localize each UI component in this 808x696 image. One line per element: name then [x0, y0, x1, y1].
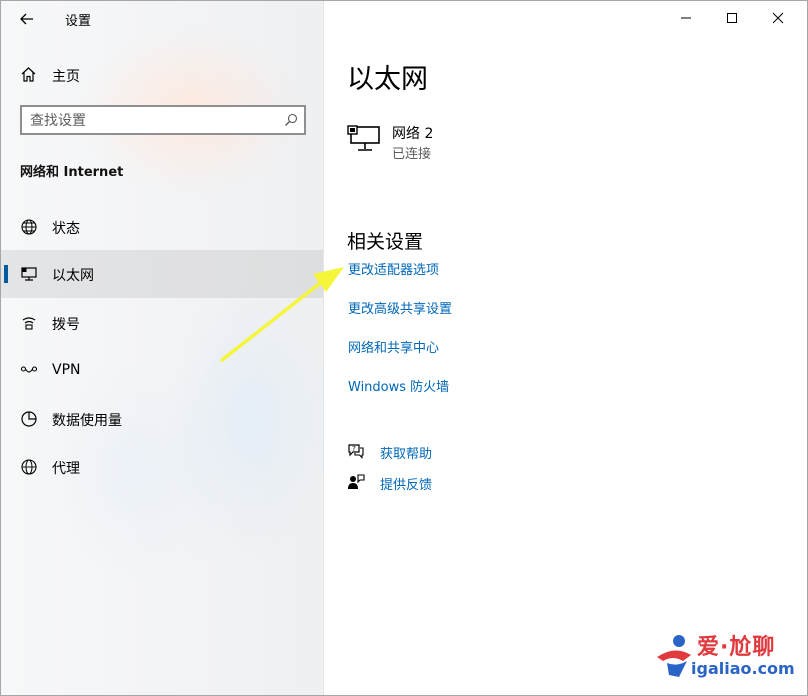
watermark-text: 爱·尬聊: [697, 635, 776, 660]
link-give-feedback[interactable]: 提供反馈: [380, 474, 432, 493]
link-advanced-sharing[interactable]: 更改高级共享设置: [348, 298, 452, 317]
search-icon[interactable]: [284, 113, 298, 127]
vpn-icon: [20, 366, 38, 373]
globe-proxy-icon: [21, 459, 37, 475]
active-indicator: [4, 265, 8, 283]
svg-text:?: ?: [352, 445, 356, 453]
sidebar-item-label: 拨号: [52, 317, 80, 333]
network-name[interactable]: 网络 2: [392, 123, 433, 143]
sidebar-item-label: 数据使用量: [52, 413, 122, 429]
sidebar-item-label: 状态: [52, 221, 80, 237]
sidebar-item-data-usage[interactable]: 数据使用量: [1, 395, 323, 443]
link-change-adapter-options[interactable]: 更改适配器选项: [348, 259, 439, 278]
settings-window: 设置 主页 网络和 Internet 状态: [0, 0, 808, 696]
maximize-button[interactable]: [709, 1, 755, 35]
sidebar-item-label: 以太网: [52, 268, 94, 284]
minimize-icon: [681, 17, 691, 19]
watermark-logo-icon: [657, 635, 691, 677]
network-status: 已连接: [392, 147, 432, 162]
minimize-button[interactable]: [663, 1, 709, 35]
feedback-person-icon: [348, 474, 365, 489]
search-input[interactable]: [28, 110, 272, 132]
globe-status-icon: [21, 219, 37, 235]
search-box[interactable]: [20, 105, 306, 135]
section-label: 网络和 Internet: [20, 165, 124, 180]
ethernet-monitor-icon: [21, 267, 37, 281]
help-chat-icon: ?: [348, 444, 364, 459]
related-settings-title: 相关设置: [347, 231, 424, 253]
link-network-sharing-center[interactable]: 网络和共享中心: [348, 337, 439, 356]
sidebar: 设置 主页 网络和 Internet 状态: [1, 1, 323, 695]
back-arrow-icon: [20, 13, 33, 25]
sidebar-item-dialup[interactable]: 拨号: [1, 299, 323, 347]
close-button[interactable]: [755, 1, 801, 35]
sidebar-item-label: 代理: [52, 461, 80, 477]
link-get-help[interactable]: 获取帮助: [380, 443, 432, 462]
sidebar-item-ethernet[interactable]: 以太网: [1, 250, 323, 298]
home-label: 主页: [52, 69, 80, 85]
sidebar-item-vpn[interactable]: VPN: [1, 347, 323, 395]
sidebar-item-home[interactable]: 主页: [1, 57, 323, 93]
maximize-icon: [727, 13, 737, 23]
sidebar-item-label: VPN: [52, 362, 81, 378]
dialup-icon: [22, 317, 36, 330]
back-button[interactable]: [11, 5, 43, 33]
sidebar-item-proxy[interactable]: 代理: [1, 443, 323, 491]
pane-divider: [323, 1, 324, 695]
link-windows-firewall[interactable]: Windows 防火墙: [348, 376, 449, 395]
home-icon: [21, 67, 36, 82]
close-icon: [772, 12, 784, 24]
data-usage-icon: [21, 411, 37, 427]
sidebar-item-status[interactable]: 状态: [1, 203, 323, 251]
page-title: 以太网: [347, 64, 428, 95]
watermark-url: igaliao.com: [691, 659, 795, 678]
app-title: 设置: [65, 14, 92, 29]
title-row: 设置: [1, 1, 323, 37]
network-monitor-icon: [347, 125, 380, 151]
